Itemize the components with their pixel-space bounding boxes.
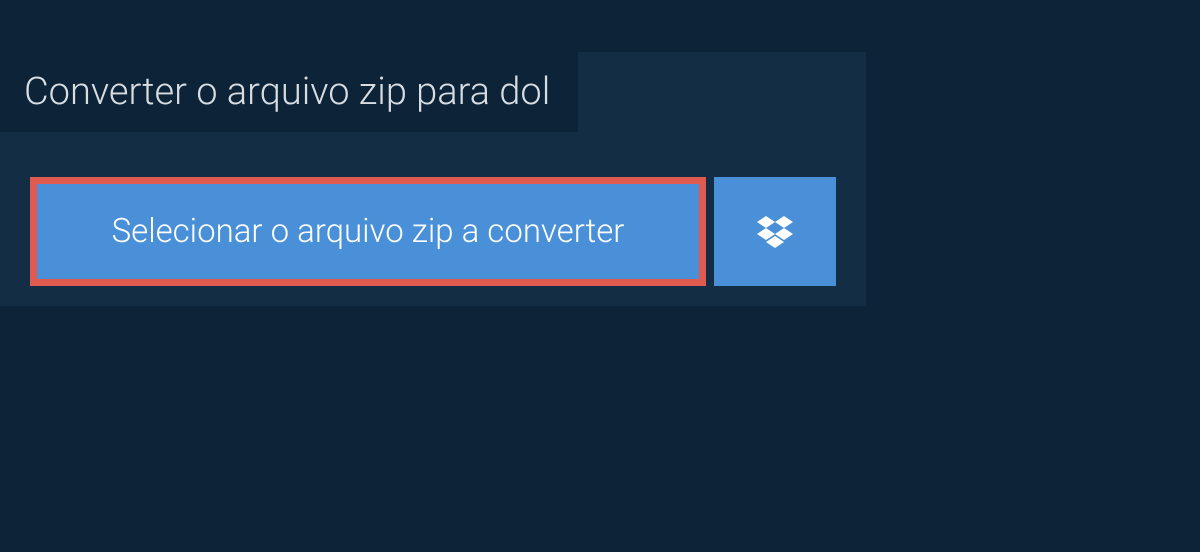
title-bar: Converter o arquivo zip para dol <box>0 52 578 132</box>
dropbox-icon <box>757 216 793 248</box>
button-row: Selecionar o arquivo zip a converter <box>0 177 866 286</box>
select-file-button[interactable]: Selecionar o arquivo zip a converter <box>30 177 706 286</box>
dropbox-button[interactable] <box>714 177 836 286</box>
converter-panel: Converter o arquivo zip para dol Selecio… <box>0 52 866 306</box>
page-title: Converter o arquivo zip para dol <box>24 70 550 114</box>
